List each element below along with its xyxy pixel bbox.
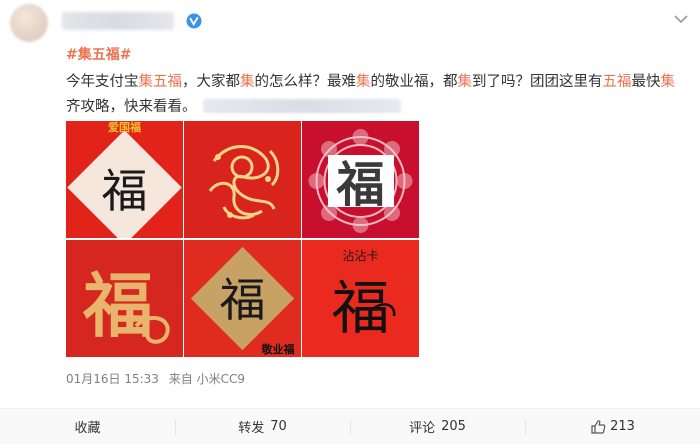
svg-text:福: 福	[220, 273, 266, 327]
image-tile[interactable]: 爱国福 福	[66, 121, 183, 238]
fu-image	[208, 145, 280, 220]
post-date[interactable]: 01月16日 15:33	[66, 372, 159, 386]
svg-text:福: 福	[331, 274, 389, 342]
keyword-highlight[interactable]: 集	[240, 74, 255, 90]
comment-button[interactable]: 评论 205	[350, 409, 525, 444]
source-prefix: 来自	[168, 372, 193, 386]
post-text-segment: 齐攻略，快来看看。	[66, 99, 197, 115]
post-meta: 01月16日 15:33 来自 小米CC9	[66, 370, 245, 387]
keyword-highlight[interactable]: 集	[356, 74, 371, 90]
like-button[interactable]: 213	[525, 409, 700, 444]
image-tile[interactable]: 福	[302, 121, 419, 238]
favorite-button[interactable]: 收藏	[0, 409, 175, 444]
keyword-highlight[interactable]: 五福	[603, 74, 632, 90]
verified-icon	[186, 13, 202, 29]
keyword-highlight[interactable]: 集五福	[139, 74, 183, 90]
image-tile[interactable]: 福 敬业福	[184, 240, 301, 357]
post-text-segment: ，大家都	[182, 74, 240, 90]
comment-count: 205	[441, 419, 466, 434]
post-text-segment: 的怎么样？最难	[254, 74, 357, 90]
keyword-highlight[interactable]: 集	[458, 74, 473, 90]
fu-image: 爱国福 福	[67, 121, 182, 238]
keyword-highlight[interactable]: 集	[661, 74, 676, 90]
favorite-label: 收藏	[74, 421, 101, 436]
post-text-segment: 今年支付宝	[66, 74, 139, 90]
like-count: 213	[610, 419, 635, 434]
post-text: 今年支付宝集五福，大家都集的怎么样？最难集的敬业福，都集到了吗？团团这里有五福最…	[66, 70, 676, 120]
post-text-segment: 的敬业福，都	[370, 74, 458, 90]
action-bar: 收藏 转发 70 评论 205 213	[0, 408, 700, 444]
hashtag-link[interactable]: #集五福#	[66, 44, 131, 64]
repost-button[interactable]: 转发 70	[175, 409, 350, 444]
fu-image: 福	[308, 129, 413, 233]
weibo-post-card: #集五福# 今年支付宝集五福，大家都集的怎么样？最难集的敬业福，都集到了吗？团团…	[0, 0, 700, 444]
repost-label: 转发	[238, 421, 265, 436]
image-grid: 爱国福 福 福 福 福 敬业福 沾沾卡 福	[66, 121, 419, 359]
username-blurred[interactable]	[62, 12, 174, 30]
tile-caption: 敬业福	[261, 342, 295, 356]
fu-image: 沾沾卡 福	[331, 249, 396, 342]
comment-label: 评论	[409, 421, 436, 436]
repost-count: 70	[270, 419, 287, 434]
tile-caption: 沾沾卡	[342, 249, 378, 263]
avatar[interactable]	[10, 4, 48, 42]
fu-image: 福	[82, 264, 170, 347]
image-tile[interactable]: 沾沾卡 福	[302, 240, 419, 357]
svg-text:福: 福	[82, 264, 153, 347]
post-text-segment: 最快	[631, 74, 661, 90]
svg-text:福: 福	[102, 164, 148, 218]
fu-image: 福 敬业福	[190, 246, 295, 356]
thumbs-up-icon	[591, 419, 606, 434]
post-text-segment: 到了吗？团团这里有	[472, 74, 603, 90]
link-blurred[interactable]	[202, 99, 401, 113]
source-device[interactable]: 小米CC9	[197, 372, 245, 386]
chevron-down-icon[interactable]	[674, 14, 688, 24]
svg-text:福: 福	[335, 157, 384, 213]
image-tile[interactable]	[184, 121, 301, 238]
tile-title: 爱国福	[108, 121, 141, 134]
image-tile[interactable]: 福	[66, 240, 183, 357]
